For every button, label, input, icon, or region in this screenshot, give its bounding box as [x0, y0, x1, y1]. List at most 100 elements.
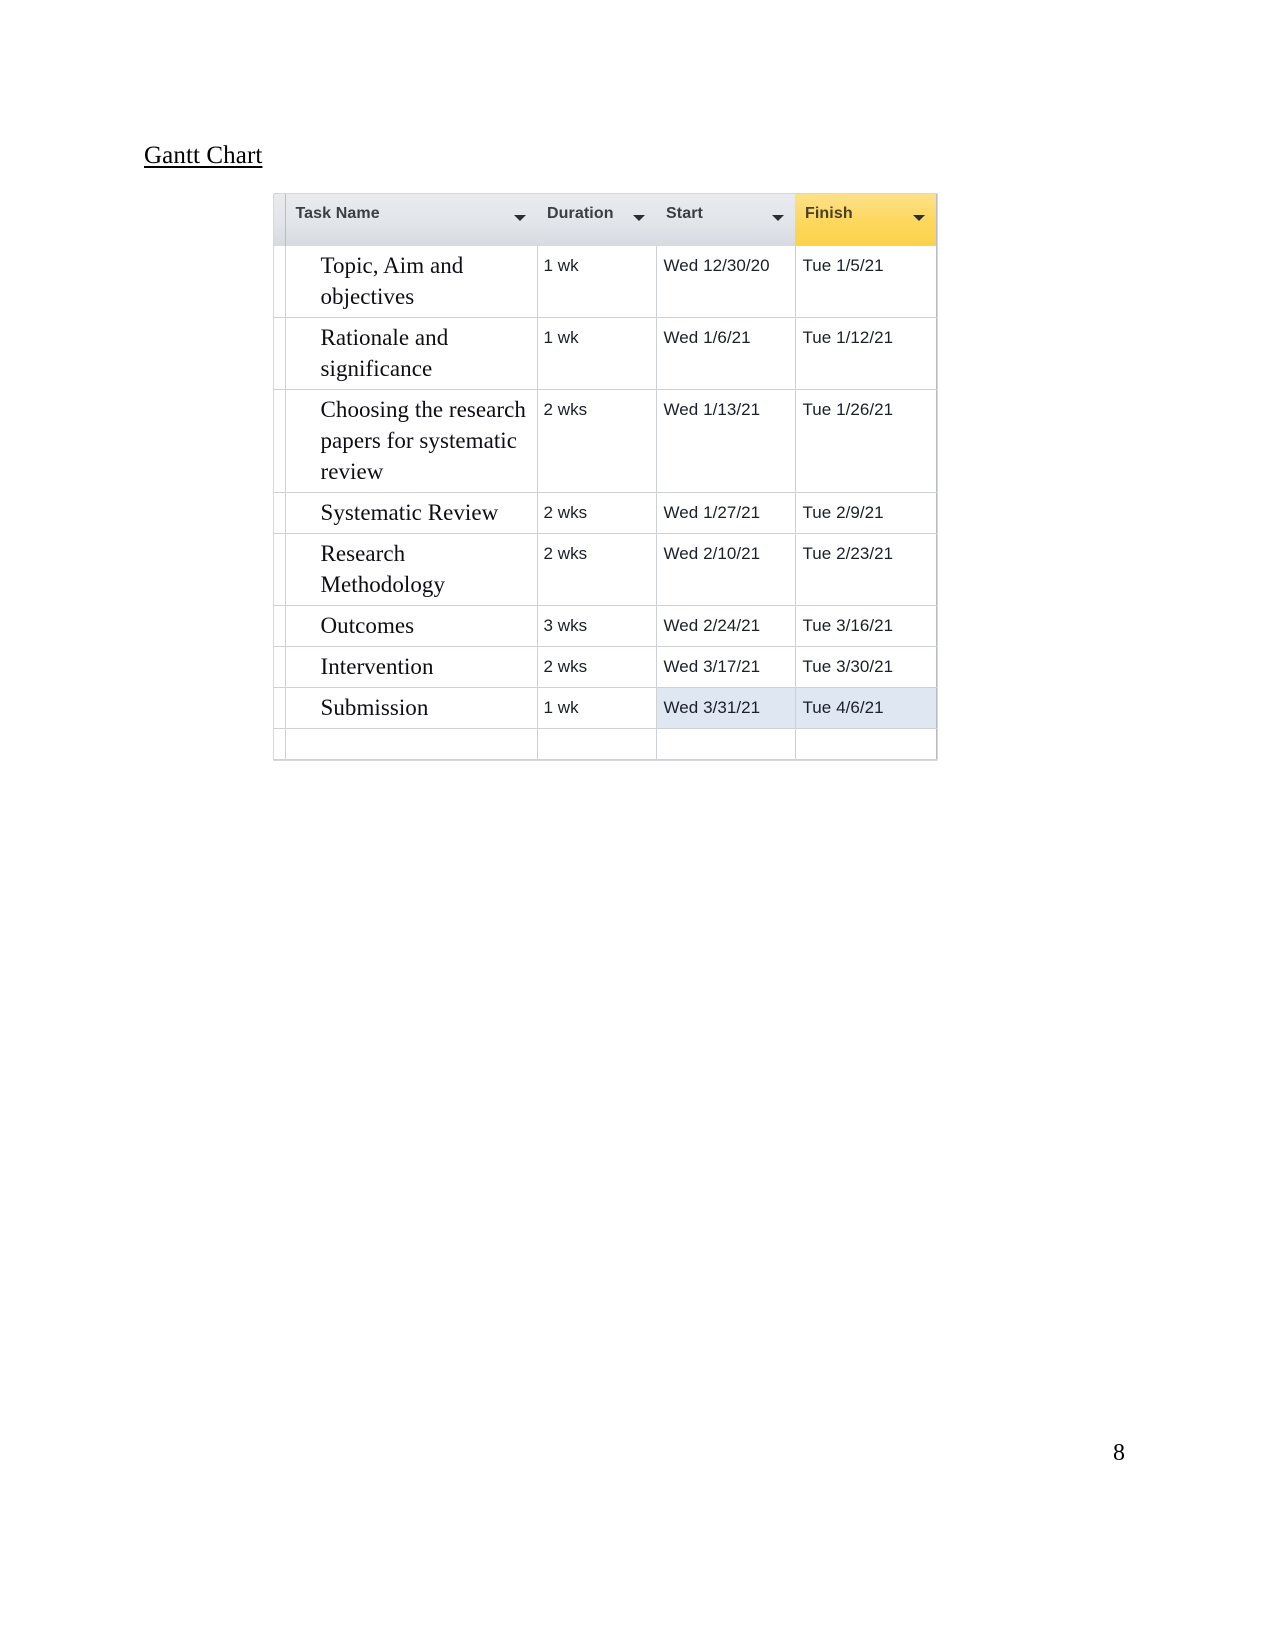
- task-name-text: Intervention: [320, 654, 434, 679]
- finish-cell[interactable]: Tue 3/30/21: [795, 646, 937, 688]
- start-cell[interactable]: Wed 12/30/20: [656, 246, 796, 318]
- table-row-empty[interactable]: [274, 728, 937, 760]
- duration-cell[interactable]: 1 wk: [537, 687, 657, 729]
- table-row[interactable]: Systematic Review 2 wks Wed 1/27/21 Tue …: [274, 492, 937, 534]
- finish-cell[interactable]: Tue 2/9/21: [795, 492, 937, 534]
- start-cell[interactable]: Wed 2/10/21: [656, 533, 796, 606]
- table-row[interactable]: Research Methodology 2 wks Wed 2/10/21 T…: [274, 533, 937, 606]
- duration-text: 1 wk: [543, 698, 579, 717]
- row-indicator-cell: [274, 533, 286, 606]
- finish-date-text: Tue 1/5/21: [802, 256, 884, 275]
- duration-cell[interactable]: 2 wks: [537, 533, 657, 606]
- column-header-indicator: [274, 194, 286, 246]
- table-header-row: Task Name Duration Start Finish: [274, 194, 937, 246]
- duration-text: 2 wks: [543, 657, 588, 676]
- gantt-task-table: Task Name Duration Start Finish Topic, A…: [274, 194, 937, 760]
- duration-text: 1 wk: [543, 256, 579, 275]
- filter-dropdown-icon-finish[interactable]: [912, 215, 925, 221]
- finish-cell-selected[interactable]: Tue 4/6/21: [795, 687, 937, 729]
- start-cell[interactable]: Wed 3/17/21: [656, 646, 796, 688]
- table-row[interactable]: Topic, Aim and objectives 1 wk Wed 12/30…: [274, 246, 937, 318]
- filter-dropdown-icon-task-name[interactable]: [514, 215, 526, 221]
- table-row[interactable]: Rationale and significance 1 wk Wed 1/6/…: [274, 317, 937, 390]
- table-row[interactable]: Intervention 2 wks Wed 3/17/21 Tue 3/30/…: [274, 646, 937, 688]
- duration-text: 2 wks: [543, 544, 588, 563]
- finish-cell[interactable]: Tue 2/23/21: [795, 533, 937, 606]
- row-indicator-cell: [274, 728, 286, 760]
- start-cell-selected[interactable]: Wed 3/31/21: [656, 687, 796, 729]
- finish-date-text: Tue 1/12/21: [802, 328, 894, 347]
- task-name-cell[interactable]: Topic, Aim and objectives: [285, 246, 538, 318]
- column-header-task-name-label: Task Name: [295, 205, 380, 222]
- start-cell[interactable]: Wed 1/27/21: [656, 492, 796, 534]
- finish-date-text: Tue 2/23/21: [802, 544, 894, 563]
- table-row[interactable]: Submission 1 wk Wed 3/31/21 Tue 4/6/21: [274, 687, 937, 729]
- finish-date-text: Tue 4/6/21: [802, 698, 884, 717]
- task-name-cell[interactable]: Rationale and significance: [285, 317, 538, 390]
- finish-cell[interactable]: Tue 1/12/21: [795, 317, 937, 390]
- duration-cell[interactable]: [537, 728, 657, 760]
- row-indicator-cell: [274, 389, 286, 493]
- start-date-text: Wed 2/24/21: [663, 616, 761, 635]
- duration-cell[interactable]: 2 wks: [537, 389, 657, 493]
- task-name-cell[interactable]: Outcomes: [285, 605, 538, 647]
- task-name-text: Choosing the research papers for systema…: [320, 397, 526, 484]
- task-name-text: Topic, Aim and objectives: [320, 253, 464, 309]
- start-date-text: Wed 1/13/21: [663, 400, 761, 419]
- row-indicator-cell: [274, 646, 286, 688]
- start-cell[interactable]: Wed 1/6/21: [656, 317, 796, 390]
- column-header-start[interactable]: Start: [656, 194, 795, 246]
- finish-cell[interactable]: Tue 1/5/21: [795, 246, 937, 318]
- start-date-text: Wed 2/10/21: [663, 544, 761, 563]
- finish-date-text: Tue 2/9/21: [802, 503, 884, 522]
- finish-date-text: Tue 1/26/21: [802, 400, 894, 419]
- duration-cell[interactable]: 1 wk: [537, 246, 657, 318]
- document-page: Gantt Chart Task Name Duration Start Fin…: [0, 0, 1275, 1651]
- filter-dropdown-icon-duration[interactable]: [633, 215, 645, 221]
- table-row[interactable]: Choosing the research papers for systema…: [274, 389, 937, 493]
- row-indicator-cell: [274, 605, 286, 647]
- duration-cell[interactable]: 2 wks: [537, 492, 657, 534]
- duration-text: 2 wks: [543, 503, 588, 522]
- task-name-cell[interactable]: Systematic Review: [285, 492, 538, 534]
- column-header-start-label: Start: [666, 205, 703, 222]
- task-name-text: Rationale and significance: [320, 325, 449, 381]
- task-name-cell[interactable]: [285, 728, 538, 760]
- start-cell[interactable]: Wed 1/13/21: [656, 389, 796, 493]
- start-cell[interactable]: [656, 728, 796, 760]
- filter-dropdown-icon-start[interactable]: [772, 215, 784, 221]
- finish-date-text: Tue 3/16/21: [802, 616, 894, 635]
- duration-text: 1 wk: [543, 328, 579, 347]
- row-indicator-cell: [274, 492, 286, 534]
- start-cell[interactable]: Wed 2/24/21: [656, 605, 796, 647]
- row-indicator-cell: [274, 317, 286, 390]
- column-header-task-name[interactable]: Task Name: [285, 194, 537, 246]
- column-header-finish[interactable]: Finish: [795, 194, 937, 246]
- column-header-duration[interactable]: Duration: [537, 194, 656, 246]
- start-date-text: Wed 3/31/21: [663, 698, 761, 717]
- page-number: 8: [1113, 1440, 1125, 1466]
- duration-cell[interactable]: 3 wks: [537, 605, 657, 647]
- task-name-cell[interactable]: Intervention: [285, 646, 538, 688]
- finish-date-text: Tue 3/30/21: [802, 657, 894, 676]
- finish-cell[interactable]: Tue 1/26/21: [795, 389, 937, 493]
- column-header-finish-label: Finish: [805, 205, 853, 222]
- start-date-text: Wed 3/17/21: [663, 657, 761, 676]
- duration-text: 3 wks: [543, 616, 588, 635]
- task-name-cell[interactable]: Submission: [285, 687, 538, 729]
- row-indicator-cell: [274, 246, 286, 318]
- finish-cell[interactable]: Tue 3/16/21: [795, 605, 937, 647]
- task-name-text: Systematic Review: [320, 500, 499, 525]
- start-date-text: Wed 12/30/20: [663, 256, 770, 275]
- column-header-duration-label: Duration: [547, 205, 614, 222]
- finish-cell[interactable]: [795, 728, 937, 760]
- task-name-text: Submission: [320, 695, 429, 720]
- start-date-text: Wed 1/6/21: [663, 328, 751, 347]
- table-row[interactable]: Outcomes 3 wks Wed 2/24/21 Tue 3/16/21: [274, 605, 937, 647]
- row-indicator-cell: [274, 687, 286, 729]
- duration-cell[interactable]: 2 wks: [537, 646, 657, 688]
- task-name-cell[interactable]: Research Methodology: [285, 533, 538, 606]
- duration-cell[interactable]: 1 wk: [537, 317, 657, 390]
- task-name-text: Research Methodology: [320, 541, 445, 597]
- task-name-cell[interactable]: Choosing the research papers for systema…: [285, 389, 538, 493]
